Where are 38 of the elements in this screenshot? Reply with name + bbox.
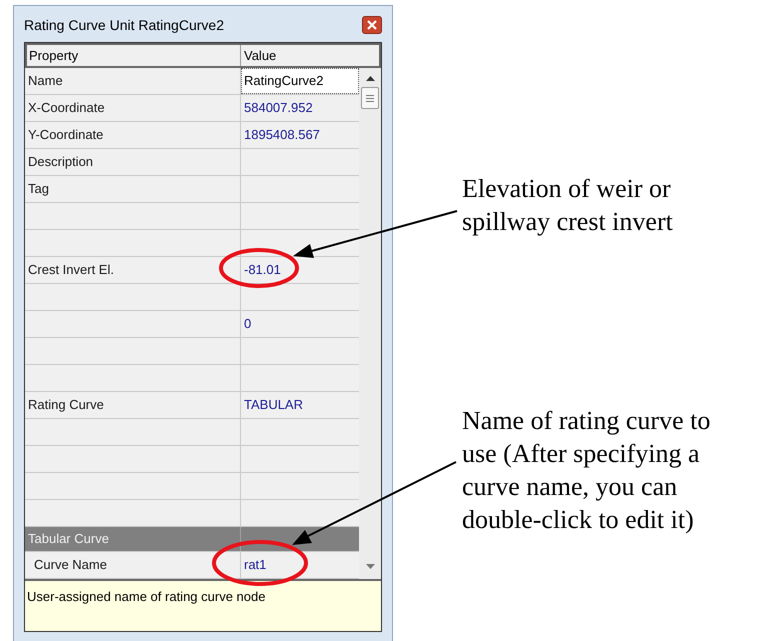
close-button[interactable] bbox=[362, 16, 382, 34]
category-label: Tabular Curve bbox=[28, 530, 109, 548]
property-label: Crest Invert El. bbox=[28, 261, 114, 280]
column-header[interactable]: Property bbox=[29, 46, 78, 66]
property-row[interactable]: Name RatingCurve2 bbox=[25, 68, 359, 95]
property-row[interactable]: Rating Curve TABULAR bbox=[25, 392, 359, 419]
scroll-down-icon bbox=[366, 564, 374, 569]
property-value: 1895408.567 bbox=[244, 126, 320, 144]
property-row[interactable]: Crest Invert El. -81.01 bbox=[25, 257, 359, 284]
property-row[interactable]: X-Coordinate 584007.952 bbox=[25, 95, 359, 122]
description-text: User-assigned name of rating curve node bbox=[27, 589, 266, 604]
property-row[interactable] bbox=[25, 230, 359, 257]
property-row[interactable]: Description bbox=[25, 149, 359, 176]
scroll-up-icon bbox=[366, 76, 374, 81]
property-value: 584007.952 bbox=[244, 99, 313, 118]
property-value: RatingCurve2 bbox=[244, 72, 324, 90]
property-label: Rating Curve bbox=[28, 396, 104, 414]
property-value: rat1 bbox=[244, 556, 266, 574]
close-icon bbox=[367, 20, 377, 30]
property-row[interactable]: Y-Coordinate 1895408.567 bbox=[25, 122, 359, 149]
property-row[interactable]: Tag bbox=[25, 176, 359, 203]
scrollbar[interactable] bbox=[359, 68, 381, 579]
property-row[interactable]: 0 bbox=[25, 311, 359, 338]
property-row[interactable]: Curve Name rat1 bbox=[25, 552, 359, 579]
property-value: TABULAR bbox=[244, 396, 303, 414]
property-label: Name bbox=[28, 72, 63, 90]
scrollbar-thumb[interactable] bbox=[361, 87, 379, 109]
annotation-text: Name of rating curve to use (After specifying a curve name, you can double-click to edit it) bbox=[462, 405, 710, 536]
property-label: Tag bbox=[28, 180, 49, 198]
property-label: Description bbox=[28, 153, 94, 172]
window-title: Rating Curve Unit RatingCurve2 bbox=[24, 16, 224, 35]
property-label: X-Coordinate bbox=[28, 99, 105, 118]
property-value: -81.01 bbox=[244, 261, 281, 280]
property-value: 0 bbox=[244, 315, 252, 334]
column-header[interactable]: Value bbox=[244, 46, 276, 66]
annotation-text: Elevation of weir or spillway crest invert bbox=[462, 173, 673, 238]
property-label: Curve Name bbox=[34, 556, 107, 574]
property-label: Y-Coordinate bbox=[28, 126, 104, 144]
